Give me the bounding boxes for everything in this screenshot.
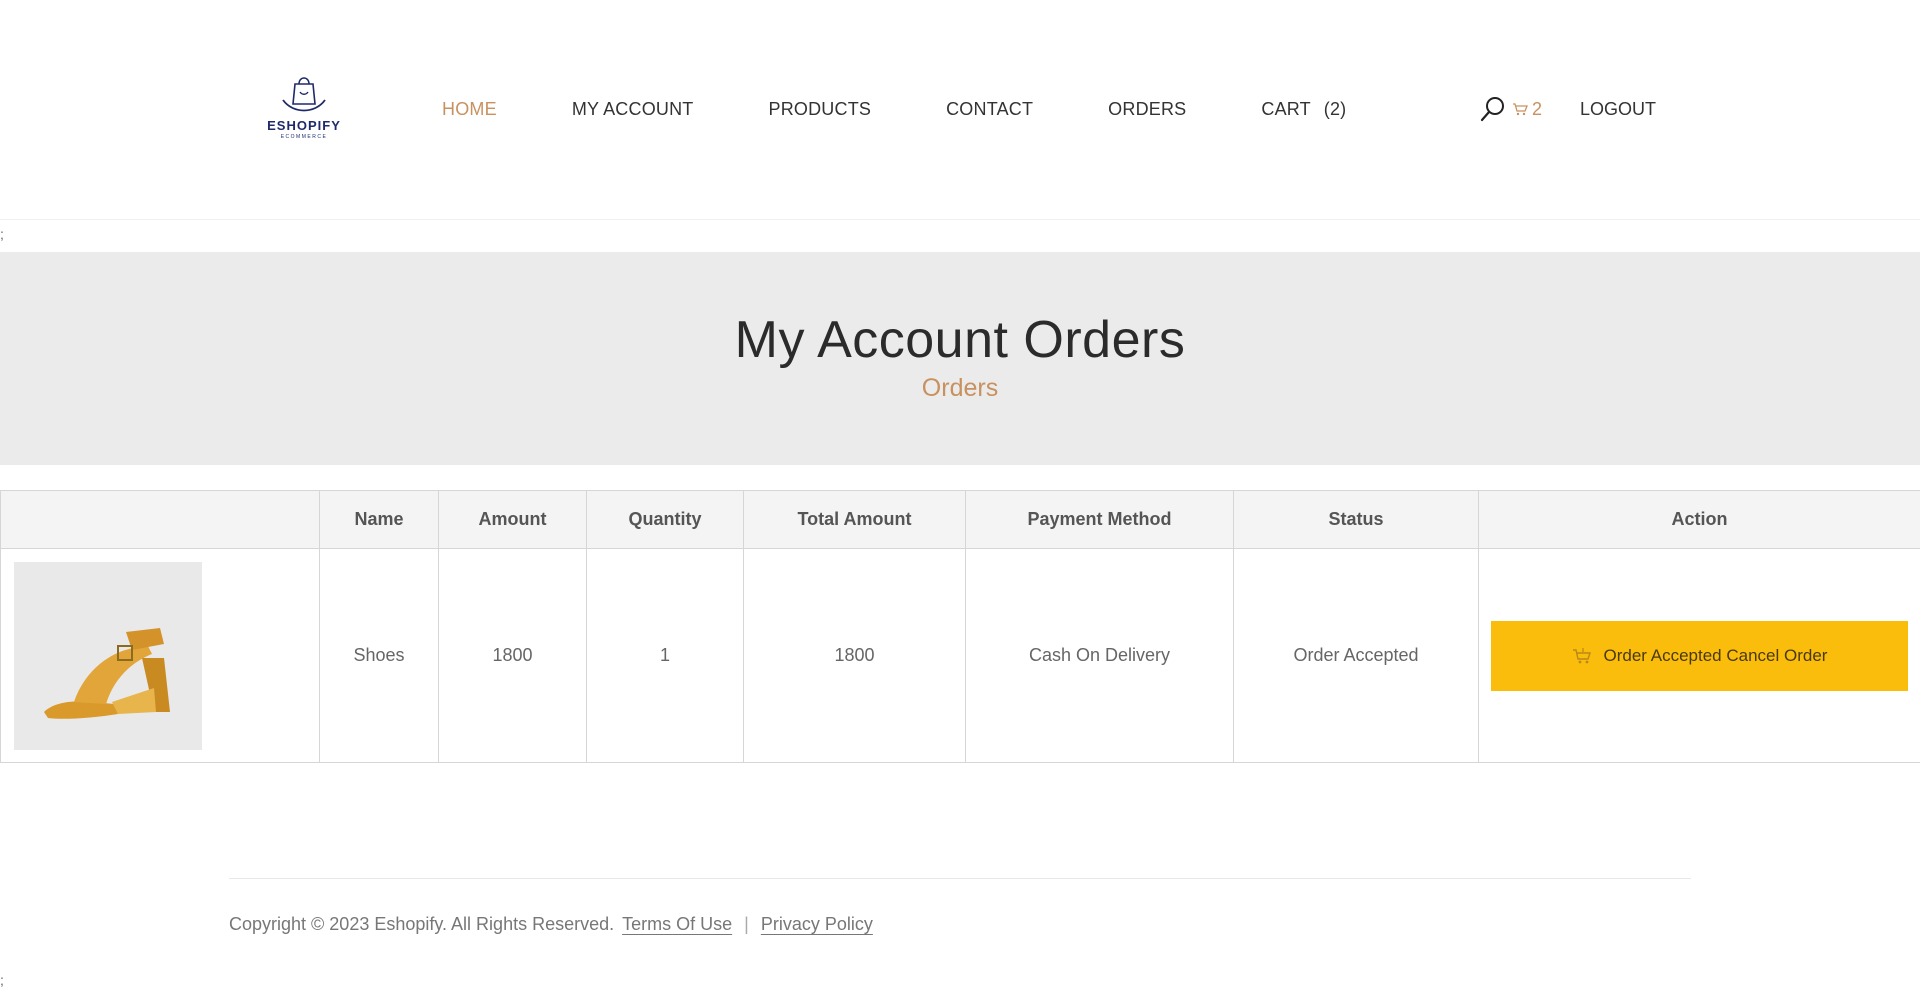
site-header: ESHOPIFY ECOMMERCE HOME MY ACCOUNT PRODU… — [0, 0, 1920, 220]
nav-cart[interactable]: CART (2) — [1261, 99, 1346, 120]
page-banner: My Account Orders Orders — [0, 252, 1920, 465]
nav-contact[interactable]: CONTACT — [946, 99, 1033, 120]
page-subtitle: Orders — [921, 374, 999, 402]
column-header-action: Action — [1478, 490, 1920, 549]
logout-link[interactable]: LOGOUT — [1580, 99, 1656, 120]
nav-home[interactable]: HOME — [442, 99, 497, 120]
order-payment-method: Cash On Delivery — [965, 548, 1234, 763]
cancel-order-button-label: Order Accepted Cancel Order — [1603, 645, 1828, 665]
column-header-status: Status — [1233, 490, 1479, 549]
main-nav: HOME MY ACCOUNT PRODUCTS CONTACT ORDERS … — [442, 96, 1346, 122]
table-row: Shoes 1800 1 1800 Cash On Delivery Order… — [0, 548, 1920, 763]
cancel-order-button[interactable]: Order Accepted Cancel Order — [1491, 620, 1908, 691]
column-header-payment-method: Payment Method — [965, 490, 1234, 549]
column-header-image — [0, 490, 320, 549]
footer-divider — [229, 878, 1691, 879]
privacy-policy-link[interactable]: Privacy Policy — [761, 914, 873, 935]
mini-cart[interactable]: 2 — [1512, 99, 1542, 120]
search-icon[interactable] — [1480, 95, 1506, 123]
nav-cart-count: (2) — [1323, 98, 1347, 119]
logo-name: ESHOPIFY — [267, 118, 341, 133]
orders-table: Name Amount Quantity Total Amount Paymen… — [0, 490, 1920, 763]
header-actions: 2 LOGOUT — [1480, 94, 1656, 124]
logo-tagline: ECOMMERCE — [280, 134, 328, 140]
site-footer: Copyright © 2023 Eshopify. All Rights Re… — [229, 910, 873, 938]
terms-of-use-link[interactable]: Terms Of Use — [622, 914, 732, 935]
product-image[interactable] — [14, 561, 202, 750]
order-quantity: 1 — [586, 548, 744, 763]
site-logo[interactable]: ESHOPIFY ECOMMERCE — [262, 70, 346, 146]
table-header-row: Name Amount Quantity Total Amount Paymen… — [0, 490, 1920, 549]
order-total-amount: 1800 — [743, 548, 966, 763]
order-action-cell: Order Accepted Cancel Order — [1478, 548, 1920, 763]
mini-cart-count: 2 — [1532, 98, 1543, 119]
column-header-name: Name — [319, 490, 439, 549]
nav-products[interactable]: PRODUCTS — [769, 99, 872, 120]
nav-my-account[interactable]: MY ACCOUNT — [572, 99, 694, 120]
order-product-name: Shoes — [319, 548, 439, 763]
cart-icon — [1513, 103, 1528, 116]
page-title: My Account Orders — [734, 311, 1186, 369]
stray-semicolon: ; — [0, 972, 4, 988]
column-header-quantity: Quantity — [586, 490, 744, 549]
product-image-cell — [0, 548, 320, 763]
order-amount: 1800 — [438, 548, 587, 763]
order-status: Order Accepted — [1233, 548, 1479, 763]
shopping-bag-logo-icon — [282, 77, 326, 112]
nav-orders[interactable]: ORDERS — [1108, 99, 1186, 120]
nav-cart-label: CART — [1261, 98, 1311, 119]
cart-icon — [1572, 647, 1591, 663]
stray-semicolon: ; — [0, 226, 4, 242]
footer-separator: | — [744, 913, 749, 934]
copyright-text: Copyright © 2023 Eshopify. All Rights Re… — [229, 913, 615, 934]
column-header-amount: Amount — [438, 490, 587, 549]
column-header-total-amount: Total Amount — [743, 490, 966, 549]
